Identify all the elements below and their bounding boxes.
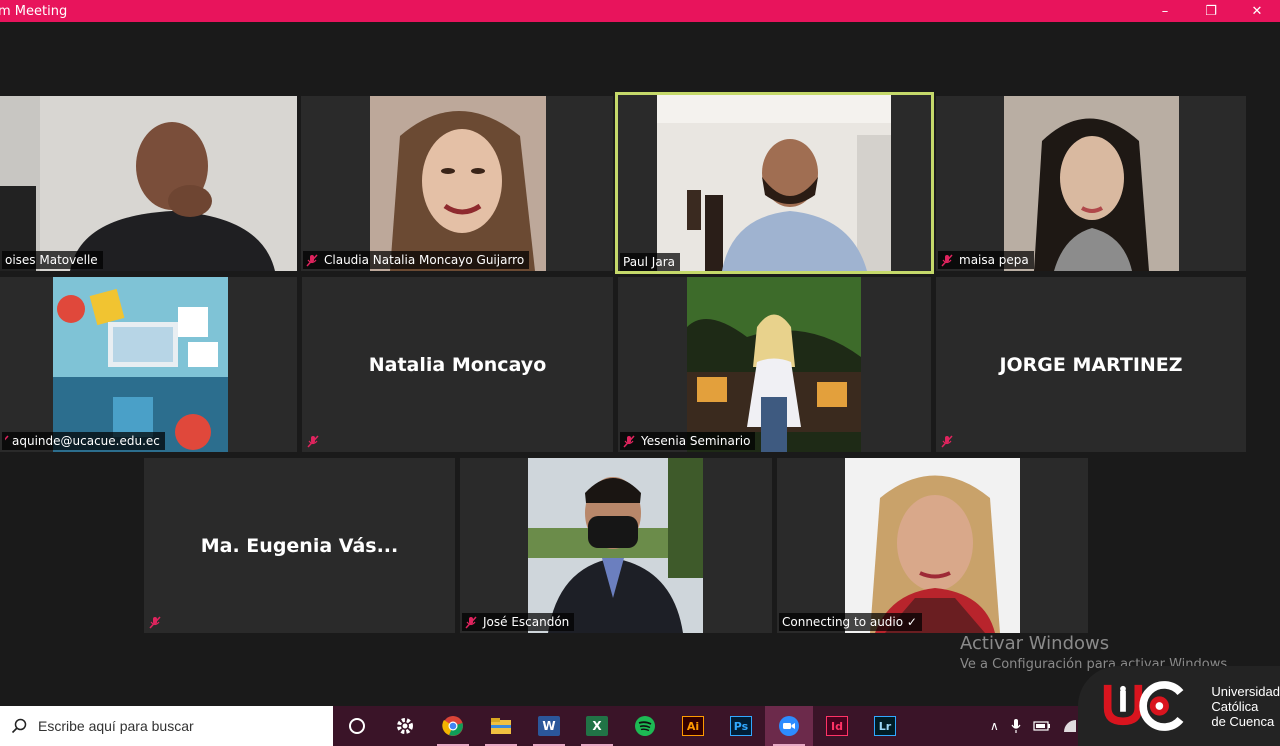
system-tray: ∧ xyxy=(990,706,1077,746)
participant-name-label: maisa pepa xyxy=(938,251,1034,269)
participant-name-label: José Escandón xyxy=(462,613,575,631)
participant-tile[interactable]: JORGE MARTINEZ xyxy=(936,277,1246,452)
illustrator-app-button[interactable]: Ai xyxy=(669,706,717,746)
close-icon: ✕ xyxy=(1251,3,1263,19)
excel-app-button[interactable]: X xyxy=(573,706,621,746)
word-icon: W xyxy=(538,716,560,736)
participant-tile[interactable]: maisa pepa xyxy=(936,96,1246,271)
excel-icon: X xyxy=(586,716,608,736)
chevron-up-icon[interactable]: ∧ xyxy=(990,719,999,733)
illustrator-icon: Ai xyxy=(682,716,704,736)
participant-video xyxy=(0,96,297,271)
activate-windows-title: Activar Windows xyxy=(960,633,1110,654)
task-view-icon xyxy=(349,718,365,734)
lightroom-icon: Lr xyxy=(874,716,896,736)
university-name-line1: Universidad xyxy=(1211,683,1280,699)
participant-tile-active-speaker[interactable]: Paul Jara xyxy=(615,92,934,274)
photoshop-app-button[interactable]: Ps xyxy=(717,706,765,746)
participant-tile[interactable]: oises Matovelle xyxy=(0,96,297,271)
participant-name-label xyxy=(938,432,964,450)
indesign-icon: Id xyxy=(826,716,848,736)
restore-button[interactable]: ❐ xyxy=(1188,0,1234,22)
mic-muted-icon xyxy=(623,434,635,448)
zoom-meeting-window: m Meeting – ❐ ✕ oises Matovelle Claudia … xyxy=(0,0,1280,746)
chrome-icon xyxy=(442,716,463,736)
participant-name: Connecting to audio ✓ xyxy=(782,615,917,629)
participant-tile[interactable]: Claudia Natalia Moncayo Guijarro xyxy=(301,96,613,271)
participant-tile[interactable]: Natalia Moncayo xyxy=(302,277,613,452)
mic-muted-icon xyxy=(5,434,9,440)
participant-video xyxy=(1004,96,1179,271)
spotify-icon xyxy=(635,716,655,736)
mic-muted-icon xyxy=(941,434,953,448)
participant-name-label: oises Matovelle xyxy=(2,251,103,269)
mic-muted-icon xyxy=(306,253,318,267)
taskbar-search[interactable] xyxy=(0,706,333,746)
zoom-app-button[interactable] xyxy=(765,706,813,746)
participant-name-display: Ma. Eugenia Vás... xyxy=(200,534,399,557)
participant-name-label: aquinde@ucacue.edu.ec xyxy=(2,432,165,450)
minimize-icon: – xyxy=(1161,3,1169,19)
university-name: Universidad Católica de Cuenca xyxy=(1211,684,1280,729)
task-view-button[interactable] xyxy=(333,706,381,746)
file-explorer-app-button[interactable] xyxy=(477,706,525,746)
zoom-icon xyxy=(779,716,799,736)
lightroom-app-button[interactable]: Lr xyxy=(861,706,909,746)
window-title: m Meeting xyxy=(0,3,68,19)
photoshop-icon: Ps xyxy=(730,716,752,736)
participant-video xyxy=(528,458,703,633)
chrome-app-button[interactable] xyxy=(429,706,477,746)
participant-video xyxy=(370,96,546,271)
battery-icon[interactable] xyxy=(1033,720,1051,732)
participant-tile[interactable]: Connecting to audio ✓ xyxy=(777,458,1088,633)
participant-name-label xyxy=(146,613,172,631)
participant-name: oises Matovelle xyxy=(5,253,98,267)
mic-muted-icon xyxy=(941,253,953,267)
mic-muted-icon xyxy=(149,615,161,629)
participant-name: maisa pepa xyxy=(959,253,1029,267)
participant-video xyxy=(687,277,861,452)
ucc-logo-mark xyxy=(1103,681,1184,731)
close-button[interactable]: ✕ xyxy=(1234,0,1280,22)
participant-video xyxy=(53,277,228,452)
participant-video xyxy=(845,458,1020,633)
participant-name: aquinde@ucacue.edu.ec xyxy=(12,434,160,448)
minimize-button[interactable]: – xyxy=(1142,0,1188,22)
participant-name: Claudia Natalia Moncayo Guijarro xyxy=(324,253,525,267)
participant-name-display: Natalia Moncayo xyxy=(368,353,547,376)
word-app-button[interactable]: W xyxy=(525,706,573,746)
microphone-icon[interactable] xyxy=(1011,718,1021,734)
participant-name-label xyxy=(304,432,330,450)
participant-name: José Escandón xyxy=(483,615,570,629)
university-name-line2: Católica xyxy=(1211,698,1259,714)
participant-name: Paul Jara xyxy=(623,255,675,269)
participant-tile[interactable]: Yesenia Seminario xyxy=(618,277,931,452)
participant-tile[interactable]: aquinde@ucacue.edu.ec xyxy=(0,277,297,452)
participant-tile[interactable]: Ma. Eugenia Vás... xyxy=(144,458,455,633)
folder-icon xyxy=(491,718,511,734)
settings-app-button[interactable] xyxy=(381,706,429,746)
gear-icon xyxy=(397,718,413,734)
university-name-line3: de Cuenca xyxy=(1211,713,1275,729)
title-bar: m Meeting – ❐ ✕ xyxy=(0,0,1280,22)
participant-name-label: Yesenia Seminario xyxy=(620,432,756,450)
participant-name-label: Paul Jara xyxy=(620,253,680,271)
participant-name-display: JORGE MARTINEZ xyxy=(999,353,1183,376)
participant-video xyxy=(657,95,891,271)
restore-icon: ❐ xyxy=(1205,3,1217,19)
university-logo: Universidad Católica de Cuenca xyxy=(1078,666,1280,746)
mic-muted-icon xyxy=(465,615,477,629)
search-icon xyxy=(0,718,38,734)
participant-name-label: Connecting to audio ✓ xyxy=(779,613,922,631)
participant-name-label: Claudia Natalia Moncayo Guijarro xyxy=(303,251,530,269)
indesign-app-button[interactable]: Id xyxy=(813,706,861,746)
participant-tile[interactable]: José Escandón xyxy=(460,458,772,633)
wifi-icon[interactable] xyxy=(1063,719,1077,733)
spotify-app-button[interactable] xyxy=(621,706,669,746)
participant-name: Yesenia Seminario xyxy=(641,434,751,448)
window-controls: – ❐ ✕ xyxy=(1142,0,1280,22)
mic-muted-icon xyxy=(307,434,319,448)
search-input[interactable] xyxy=(38,718,318,734)
